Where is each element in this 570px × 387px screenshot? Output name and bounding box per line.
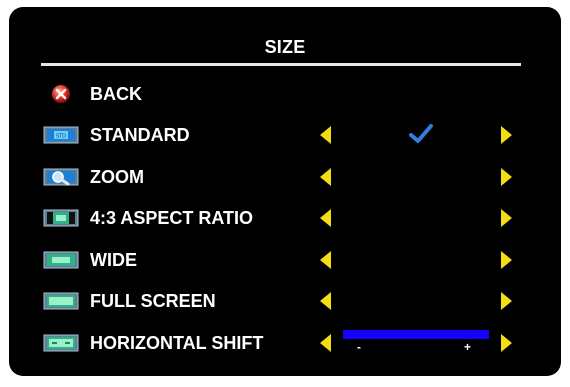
arrow-right-icon[interactable] — [501, 126, 512, 144]
back-icon — [52, 85, 70, 103]
arrow-left-icon[interactable] — [320, 126, 331, 144]
menu-item-back[interactable]: BACK — [9, 79, 561, 109]
menu-item-full-screen[interactable]: FULL SCREEN — [9, 286, 561, 316]
menu-item-label: HORIZONTAL SHIFT — [90, 333, 264, 353]
arrow-left-icon[interactable] — [320, 334, 331, 352]
arrow-left-icon[interactable] — [320, 251, 331, 269]
menu-item-label: FULL SCREEN — [90, 291, 216, 311]
menu-item-label: STANDARD — [90, 125, 190, 145]
horizontal-shift-slider[interactable] — [343, 330, 489, 339]
slider-plus-label: + — [464, 340, 472, 354]
horizontal-shift-icon — [43, 334, 79, 352]
menu-item-horizontal-shift[interactable]: HORIZONTAL SHIFT - + — [9, 328, 561, 358]
arrow-right-icon[interactable] — [501, 168, 512, 186]
size-menu-panel: SIZE BACK STD STANDARD ZOOM 4:3 ASPECT R… — [9, 7, 561, 376]
checkmark-icon — [409, 124, 433, 143]
arrow-left-icon[interactable] — [320, 209, 331, 227]
menu-title: SIZE — [264, 37, 306, 57]
full-screen-icon — [43, 292, 79, 310]
menu-item-aspect-ratio[interactable]: 4:3 ASPECT RATIO — [9, 203, 561, 233]
arrow-left-icon[interactable] — [320, 168, 331, 186]
menu-item-wide[interactable]: WIDE — [9, 245, 561, 275]
arrow-right-icon[interactable] — [501, 292, 512, 310]
menu-item-label: WIDE — [90, 250, 137, 270]
aspect-ratio-icon — [43, 209, 79, 227]
title-divider — [41, 63, 521, 66]
arrow-right-icon[interactable] — [501, 209, 512, 227]
wide-icon — [43, 251, 79, 269]
menu-item-label: BACK — [90, 84, 142, 104]
arrow-right-icon[interactable] — [501, 251, 512, 269]
slider-minus-label: - — [357, 340, 361, 354]
standard-size-icon: STD — [43, 126, 79, 144]
zoom-icon — [43, 168, 79, 186]
menu-item-standard[interactable]: STD STANDARD — [9, 120, 561, 150]
menu-item-zoom[interactable]: ZOOM — [9, 162, 561, 192]
arrow-left-icon[interactable] — [320, 292, 331, 310]
svg-text:STD: STD — [56, 134, 66, 140]
menu-item-label: 4:3 ASPECT RATIO — [90, 208, 254, 228]
arrow-right-icon[interactable] — [501, 334, 512, 352]
menu-item-label: ZOOM — [90, 167, 144, 187]
